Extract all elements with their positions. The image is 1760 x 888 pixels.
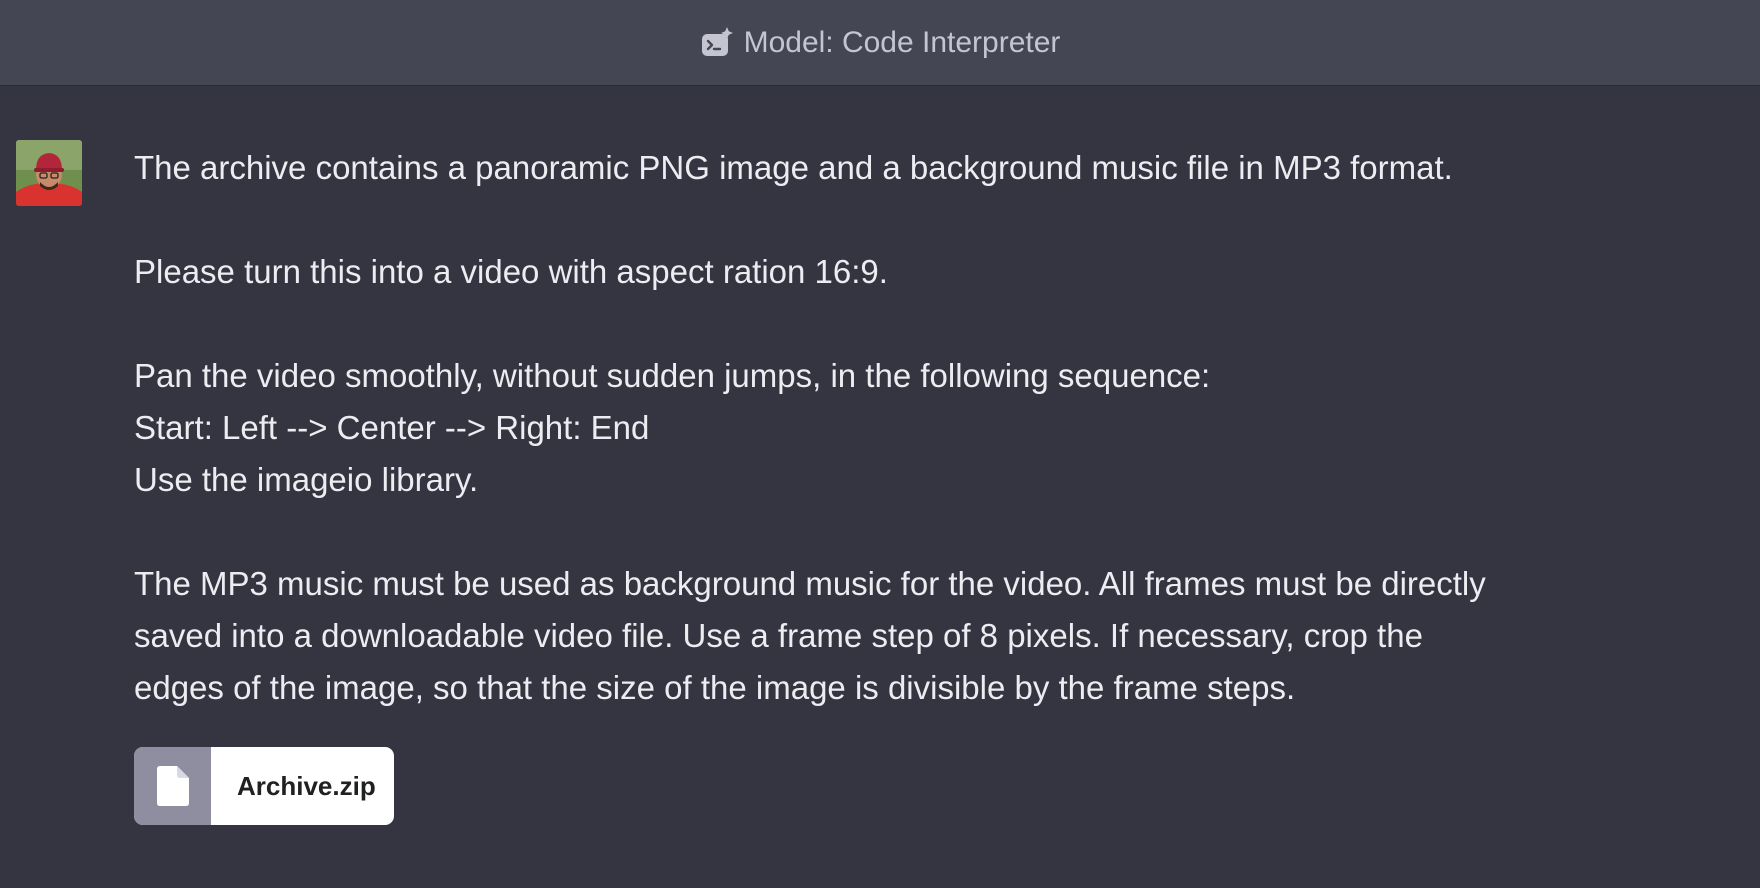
model-label: Model: Code Interpreter [743,25,1061,59]
message-text: The archive contains a panoramic PNG ima… [134,142,1654,766]
top-bar: Model: Code Interpreter [0,0,1760,86]
message-line: Please turn this into a video with aspec… [134,253,888,290]
message-line: The archive contains a panoramic PNG ima… [134,149,1453,186]
attachment-icon-box [134,747,211,825]
message-line: The MP3 music must be used as background… [134,565,1486,602]
message-paragraph: Pan the video smoothly, without sudden j… [134,350,1654,506]
user-message: The archive contains a panoramic PNG ima… [0,86,1760,888]
message-paragraph: The archive contains a panoramic PNG ima… [134,142,1654,194]
model-indicator[interactable]: Model: Code Interpreter [700,25,1061,60]
message-line: Pan the video smoothly, without sudden j… [134,357,1211,394]
message-line: saved into a downloadable video file. Us… [134,617,1423,654]
file-icon [156,766,189,806]
message-paragraph: The MP3 music must be used as background… [134,558,1654,714]
message-line: edges of the image, so that the size of … [134,669,1296,706]
attachment-chip[interactable]: Archive.zip [134,747,394,825]
message-line: Start: Left --> Center --> Right: End [134,409,650,446]
message-line: Use the imageio library. [134,461,479,498]
user-avatar [16,140,82,206]
message-paragraph: Please turn this into a video with aspec… [134,246,1654,298]
code-interpreter-icon [701,26,733,56]
attachment-filename: Archive.zip [237,770,376,801]
